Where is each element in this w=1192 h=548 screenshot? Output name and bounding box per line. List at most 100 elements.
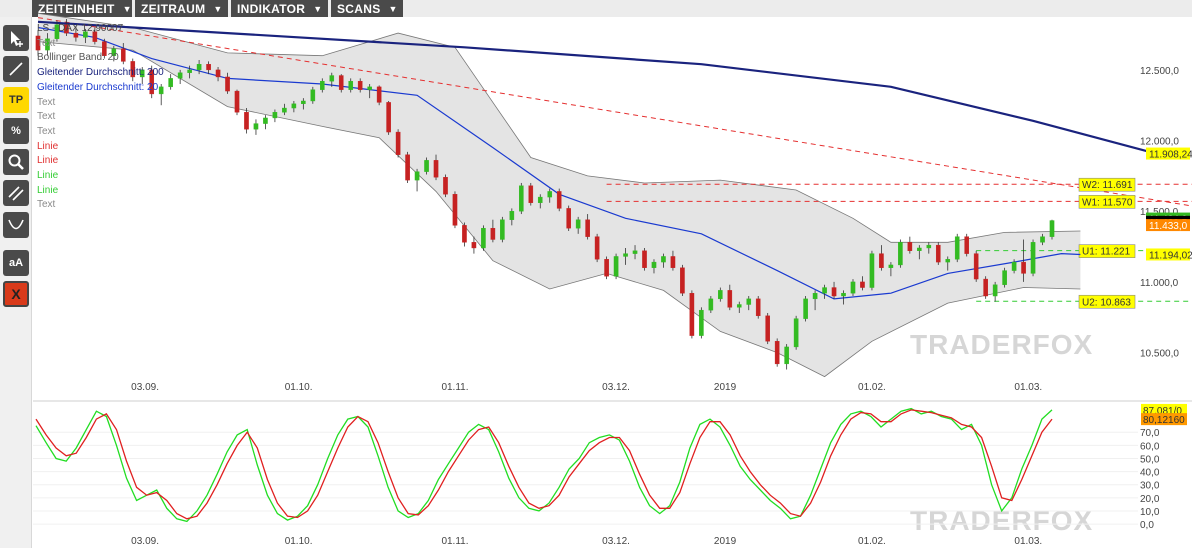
candle-body	[964, 236, 970, 254]
candle-body	[926, 244, 932, 249]
candle-body	[386, 102, 391, 133]
candle-body	[755, 298, 761, 317]
osc-x-axis-tick-label: 01.11.	[441, 536, 468, 547]
candle-body	[935, 244, 941, 263]
legend-item[interactable]: Text	[37, 198, 164, 213]
legend-item[interactable]: Gleitender Durchschnitt: 20	[37, 81, 164, 96]
osc-x-axis-tick-label: 01.10.	[285, 536, 313, 547]
candle-body	[500, 219, 505, 240]
candle-body	[841, 292, 846, 297]
candle-body	[291, 103, 297, 109]
candle-body	[433, 160, 439, 178]
candle-body	[471, 242, 477, 249]
candle-body	[784, 346, 789, 365]
candle-body	[462, 225, 467, 243]
candle-body	[992, 284, 998, 297]
candle-body	[680, 267, 685, 294]
candle-body	[490, 227, 496, 240]
candle-body	[898, 242, 903, 266]
legend-item[interactable]: Text	[37, 125, 164, 140]
osc-y-tick-label: 10,0	[1140, 507, 1160, 518]
candle-body	[206, 64, 211, 71]
candle-body	[196, 64, 202, 71]
candle-body	[1040, 236, 1045, 243]
osc-value-tag: 80,12160	[1143, 415, 1185, 426]
candle-body	[1049, 220, 1055, 237]
y-axis-tick-label: 12.000,0	[1140, 137, 1179, 148]
y-axis-tick-label: 12.500,0	[1140, 66, 1179, 77]
candle-body	[888, 264, 894, 268]
candle-body	[613, 256, 619, 277]
stochastic-k-line	[35, 407, 1053, 523]
level-label: W1: 11.570	[1082, 197, 1133, 208]
legend-item[interactable]: Bollinger Band: 20	[37, 51, 164, 66]
osc-x-axis-tick-label: 01.02.	[858, 536, 886, 547]
candle-body	[1030, 242, 1036, 274]
candle-body	[310, 89, 316, 102]
stochastic-d-line	[35, 409, 1053, 520]
level-label: U1: 11.221	[1082, 247, 1131, 258]
candle-body	[973, 253, 979, 280]
candle-body	[661, 256, 666, 263]
legend-item[interactable]: Gleitender Durchschnitt: 200	[37, 66, 164, 81]
candle-body	[727, 290, 733, 308]
osc-y-tick-label: 60,0	[1140, 441, 1160, 452]
candle-body	[793, 318, 799, 348]
legend-item[interactable]: LS - DAX 12,90007	[37, 22, 164, 37]
y-axis-tick-label: 11.000,0	[1140, 278, 1179, 289]
candle-body	[424, 160, 429, 172]
candle-body	[443, 177, 448, 195]
legend-item[interactable]: Linie	[37, 154, 164, 169]
candle-body	[907, 242, 913, 251]
candle-body	[405, 154, 410, 181]
osc-x-axis-tick-label: 01.03.	[1014, 536, 1042, 547]
candle-body	[547, 191, 553, 198]
stochastic-panel: TRADERFOX70,060,050,040,030,020,010,00,0…	[33, 403, 1187, 547]
candle-body	[689, 292, 695, 336]
candle-body	[338, 75, 344, 90]
chart-canvas[interactable]: TRADERFOX W2: 11.691 W1: 11.570 U1: 11.221 U…	[0, 0, 1192, 548]
candle-body	[329, 75, 335, 82]
candle-body	[954, 236, 960, 260]
candle-body	[945, 259, 951, 263]
price-tag: 11.908,24	[1149, 150, 1192, 161]
candle-body	[452, 194, 458, 226]
osc-x-axis-tick-label: 03.09.	[131, 536, 159, 547]
legend-item[interactable]: Linie	[37, 169, 164, 184]
candle-body	[367, 86, 372, 90]
candle-body	[594, 236, 600, 260]
candle-body	[812, 292, 818, 300]
candle-body	[575, 219, 581, 229]
candle-body	[272, 112, 278, 119]
legend-item[interactable]: Linie	[37, 184, 164, 199]
x-axis-tick-label: 01.02.	[858, 382, 886, 393]
candle-body	[348, 80, 354, 90]
candle-body	[765, 315, 771, 342]
candle-body	[699, 309, 704, 336]
candle-body	[736, 304, 742, 308]
legend-item[interactable]: Text	[37, 37, 164, 52]
candle-body	[556, 191, 562, 209]
candle-body	[774, 341, 780, 365]
candle-body	[1021, 261, 1026, 274]
price-panel: TRADERFOX W2: 11.691 W1: 11.570 U1: 11.221 U…	[33, 12, 1192, 402]
candle-body	[983, 278, 988, 297]
osc-y-tick-label: 20,0	[1140, 494, 1160, 505]
level-label: U2: 10.863	[1082, 297, 1131, 308]
candle-body	[215, 69, 221, 78]
legend-item[interactable]: Text	[37, 110, 164, 125]
candle-body	[357, 80, 363, 90]
candle-body	[225, 76, 230, 92]
candle-body	[395, 131, 401, 155]
traderfox-watermark: TRADERFOX	[910, 329, 1093, 360]
osc-y-tick-label: 50,0	[1140, 454, 1160, 465]
candle-body	[301, 100, 306, 105]
x-axis-tick-label: 03.09.	[131, 382, 159, 393]
x-axis-tick-label: 01.11.	[441, 382, 468, 393]
candle-body	[585, 219, 590, 237]
candle-body	[187, 69, 192, 73]
legend-item[interactable]: Text	[37, 96, 164, 111]
legend-item[interactable]: Linie	[37, 140, 164, 155]
candle-body	[519, 185, 524, 212]
candle-body	[822, 287, 827, 294]
